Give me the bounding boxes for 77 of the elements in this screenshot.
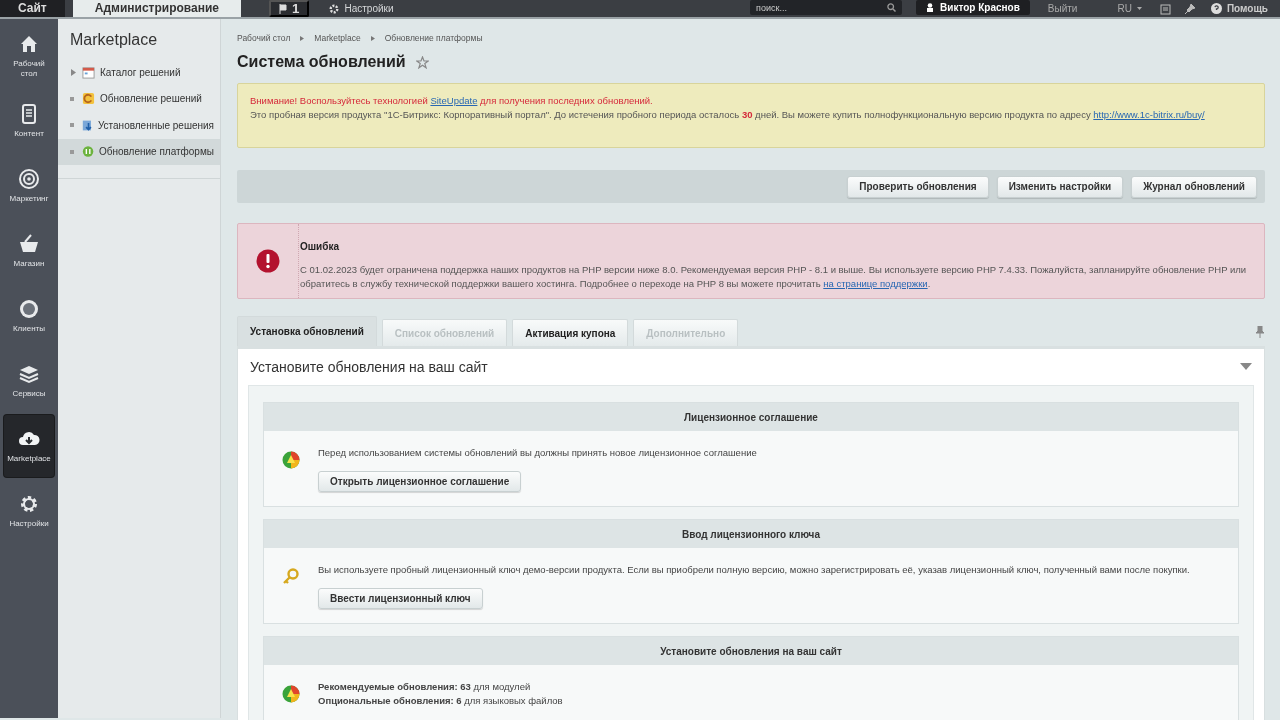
pin-icon[interactable] [1255, 326, 1265, 338]
buy-link[interactable]: http://www.1c-bitrix.ru/buy/ [1093, 108, 1205, 120]
section-text: Рекомендуемые обновления: 63 для модулей [318, 681, 532, 693]
rail-item[interactable]: Магазин [4, 220, 54, 282]
trial-text: Это пробная версия продукта "1С-Битрикс: Корпоративный портал". До истечения пробного периода осталось 30 дней. Вы можете купить полнофункциональную версию продукта по адресу http://www.1c-bitrix.ru/buy/ [250, 107, 1206, 121]
top-tab[interactable]: Сайт [0, 0, 65, 17]
rail-item[interactable]: Marketplace [4, 415, 54, 477]
warning-text: Внимание! Воспользуйтесь технологией SiteUpdate для получения последних обновлений. [250, 94, 654, 108]
section-text: Перед использованием системы обновлений вы должны принять новое лицензионное соглашение [318, 447, 757, 459]
logout-link[interactable]: Выйти [1047, 0, 1078, 17]
user-icon [926, 3, 935, 12]
sidebar-item[interactable]: Обновление платформы [58, 138, 220, 165]
search-icon [887, 3, 897, 12]
sidebar-item[interactable]: Каталог решений [58, 59, 220, 86]
section-button[interactable]: Ввести лицензионный ключ [318, 588, 483, 609]
note-icon[interactable] [1159, 4, 1171, 15]
bullet-icon [70, 149, 74, 154]
rail-item[interactable]: Контент [4, 90, 54, 152]
section-title: Установите обновления на ваш сайт [660, 645, 842, 657]
help-icon [1210, 3, 1222, 14]
flag-icon [279, 3, 288, 14]
rail-icon [18, 363, 40, 385]
rail-icon [18, 493, 40, 515]
sidebar-item[interactable]: Обновление решений [58, 85, 220, 112]
sidebar-title: Marketplace [70, 31, 158, 48]
language-dropdown[interactable]: RU [1117, 0, 1142, 17]
globe-icon [282, 685, 300, 703]
rail-item[interactable]: Рабочий стол [4, 25, 54, 87]
chevron-icon [370, 35, 375, 41]
panel-title: Установите обновления на ваш сайт [250, 359, 488, 375]
error-icon [256, 249, 280, 273]
section-button[interactable]: Открыть лицензионное соглашение [318, 471, 522, 492]
notifications-button[interactable]: 1 [269, 0, 310, 17]
rail-item[interactable]: Настройки [4, 480, 54, 542]
section-title: Лицензионное соглашение [684, 411, 818, 423]
expand-arrow-icon [70, 68, 77, 76]
bullet-icon [70, 96, 74, 101]
rail-item[interactable]: Клиенты [4, 285, 54, 347]
settings-link[interactable]: Настройки [344, 3, 394, 14]
page-title: Система обновлений [237, 53, 406, 71]
support-link[interactable]: на странице поддержки [823, 277, 928, 289]
help-link[interactable]: Помощь [1226, 3, 1268, 14]
rail-item[interactable]: Маркетинг [4, 155, 54, 217]
section-text: Опциональные обновления: 6 для языковых файлов [318, 695, 563, 707]
download-icon [81, 118, 93, 132]
rail-icon [18, 298, 40, 320]
pin-icon[interactable] [1184, 4, 1195, 15]
rail-item[interactable]: Сервисы [4, 350, 54, 412]
globe-icon [282, 451, 300, 469]
caret-icon [1136, 7, 1142, 10]
search-field[interactable]: поиск... [750, 0, 903, 15]
chevron-icon [300, 35, 305, 41]
user-button[interactable]: Виктор Краснов [916, 0, 1030, 15]
section-title: Ввод лицензионного ключа [682, 528, 820, 540]
rail-icon [18, 233, 40, 255]
collapse-arrow-icon[interactable] [1240, 363, 1252, 371]
bullet-icon [70, 123, 74, 128]
rail-icon [18, 168, 40, 190]
toolbar-button[interactable]: Проверить обновления [847, 175, 989, 198]
section-text: Вы используете пробный лицензионный ключ демо-версии продукта. Если вы приобрели полную версию, можно зарегистрировать её, указав лицензионный ключ, полученный вами после покупки. [318, 564, 1190, 576]
breadcrumb-link[interactable]: Обновление платформы [384, 33, 483, 43]
sidebar-item[interactable]: Установленные решения [58, 112, 220, 139]
error-title: Ошибка [300, 241, 339, 252]
siteupdate-link[interactable]: SiteUpdate [430, 95, 478, 106]
key-icon [282, 568, 300, 586]
calendar-icon [82, 65, 95, 79]
tab[interactable]: Активация купона [512, 319, 629, 346]
breadcrumb-link[interactable]: Marketplace [314, 33, 361, 43]
tab[interactable]: Установка обновлений [237, 316, 377, 346]
breadcrumb-link[interactable]: Рабочий стол [237, 33, 291, 43]
error-text: С 01.02.2023 будет ограничена поддержка наших продуктов на PHP версии ниже 8.0. Рекомендуемая версия PHP - 8.1 и выше. Вы используете версию PHP 7.4.33. Пожалуйста, запланируйте обновление PHP или обратитесь в службу технической поддержки вашего хостинга. Подробнее о переходе на PHP 8 вы можете прочитать на странице поддержки. [300, 263, 1248, 290]
top-tab[interactable]: Администрирование [72, 0, 242, 17]
toolbar-button[interactable]: Изменить настройки [996, 175, 1124, 198]
star-icon[interactable] [415, 55, 429, 69]
settings-icon [329, 3, 340, 14]
toolbar-button[interactable]: Журнал обновлений [1131, 175, 1257, 198]
update-icon [81, 145, 94, 159]
